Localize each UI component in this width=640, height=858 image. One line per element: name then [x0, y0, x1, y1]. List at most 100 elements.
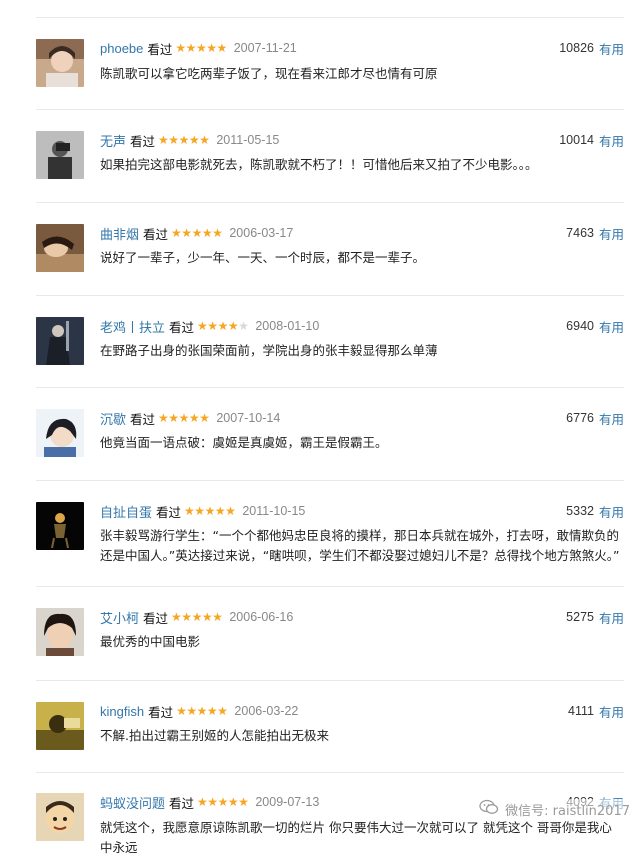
- review-text: 他竟当面一语点破：虞姬是真虞姬，霸王是假霸王。: [100, 435, 388, 450]
- username-link[interactable]: 曲非烟: [100, 224, 139, 243]
- star-icon: ★: [181, 610, 192, 624]
- avatar[interactable]: [36, 793, 84, 841]
- useful-button[interactable]: 有用: [599, 39, 624, 58]
- star-icon: ★: [175, 41, 186, 55]
- avatar[interactable]: [36, 317, 84, 365]
- useful-count: 10826: [559, 41, 594, 55]
- useful-button[interactable]: 有用: [599, 224, 624, 243]
- rating-stars: ★ ★ ★ ★ ★: [184, 504, 236, 518]
- useful-button[interactable]: 有用: [599, 131, 624, 150]
- vote-area: 10826 有用: [559, 39, 624, 57]
- avatar[interactable]: [36, 409, 84, 457]
- rating-stars: ★ ★ ★ ★ ★: [197, 795, 249, 809]
- vote-area: 6776 有用: [566, 409, 624, 427]
- review-item: 老鸡丨扶立 看过 ★ ★ ★ ★ ★ 2008-01-10 6940 有用 在野路子出身…: [36, 295, 624, 388]
- username-link[interactable]: 无声: [100, 131, 126, 150]
- star-icon: ★: [207, 319, 218, 333]
- useful-button[interactable]: 有用: [599, 502, 624, 521]
- star-icon: ★: [197, 795, 208, 809]
- review-date: 2011-05-15: [216, 133, 280, 147]
- review-date: 2008-01-10: [255, 319, 320, 333]
- watched-label: 看过: [143, 610, 169, 626]
- useful-count: 5275: [566, 610, 594, 624]
- review-meta: phoebe 看过 ★ ★ ★ ★ ★ 2007-11-21: [100, 39, 297, 57]
- review-text: 在野路子出身的张国荣面前，学院出身的张丰毅显得那么单薄: [100, 343, 438, 358]
- watched-label: 看过: [130, 133, 156, 149]
- rating-stars: ★ ★ ★ ★ ★: [158, 134, 210, 146]
- star-icon: ★: [227, 795, 239, 809]
- vote-area: 4111 有用: [568, 702, 624, 720]
- useful-button[interactable]: 有用: [599, 702, 624, 721]
- star-icon: ★: [204, 504, 216, 518]
- username-link[interactable]: 蚂蚁没问题: [100, 793, 165, 812]
- star-icon: ★: [191, 610, 203, 624]
- star-icon: ★: [212, 610, 223, 624]
- star-icon: ★: [197, 319, 208, 333]
- review-item: 曲非烟 看过 ★ ★ ★ ★ ★ 2006-03-17 7463 有用 说好了一辈子，少…: [36, 202, 624, 296]
- useful-count: 4111: [568, 704, 594, 718]
- avatar[interactable]: [36, 702, 84, 750]
- star-icon: ★: [216, 41, 227, 55]
- star-icon: ★: [181, 226, 192, 240]
- watermark-text: 微信号: raistlin2017: [505, 803, 630, 819]
- review-meta: 艾小柯 看过 ★ ★ ★ ★ ★ 2006-06-16: [100, 608, 293, 626]
- vote-area: 6940 有用: [566, 317, 624, 335]
- review-text: 张丰毅骂游行学生：“一个个都他妈忠臣良将的摸样，那日本兵就在城外，打去呀，敢情欺…: [100, 528, 620, 563]
- star-icon: ★: [238, 319, 249, 333]
- star-icon: ★: [194, 504, 205, 518]
- review-meta: 老鸡丨扶立 看过 ★ ★ ★ ★ ★ 2008-01-10: [100, 317, 319, 335]
- review-date: 2006-06-16: [229, 610, 294, 624]
- avatar[interactable]: [36, 608, 84, 656]
- star-icon: ★: [191, 226, 203, 240]
- avatar[interactable]: [36, 39, 84, 87]
- vote-area: 5332 有用: [566, 502, 624, 520]
- star-icon: ★: [199, 411, 210, 425]
- review-item: phoebe 看过 ★ ★ ★ ★ ★ 2007-11-21 10826 有用 陈凯歌可…: [36, 17, 624, 110]
- star-icon: ★: [227, 319, 239, 333]
- username-link[interactable]: 自扯自蛋: [100, 502, 152, 521]
- useful-count: 10014: [559, 133, 594, 147]
- review-item: 自扯自蛋 看过 ★ ★ ★ ★ ★ 2011-10-15 5332 有用 张丰毅骂游行学…: [36, 480, 624, 587]
- review-meta: 沉歇 看过 ★ ★ ★ ★ ★ 2007-10-14: [100, 409, 280, 427]
- rating-stars: ★ ★ ★ ★ ★: [175, 41, 227, 55]
- star-icon: ★: [176, 704, 187, 718]
- useful-button[interactable]: 有用: [599, 409, 624, 428]
- useful-count: 7463: [566, 226, 594, 240]
- star-icon: ★: [201, 226, 213, 240]
- username-link[interactable]: 艾小柯: [100, 608, 139, 627]
- star-icon: ★: [171, 610, 182, 624]
- star-icon: ★: [201, 610, 213, 624]
- star-icon: ★: [195, 41, 207, 55]
- watched-label: 看过: [156, 504, 182, 520]
- star-icon: ★: [217, 704, 228, 718]
- review-text: 如果拍完这部电影就死去，陈凯歌就不朽了！！可惜他后来又拍了不少电影。。。: [100, 157, 538, 172]
- username-link[interactable]: kingfish: [100, 704, 144, 719]
- review-item: 沉歇 看过 ★ ★ ★ ★ ★ 2007-10-14 6776 有用 他竟当面一语点破：…: [36, 387, 624, 481]
- avatar[interactable]: [36, 224, 84, 272]
- star-icon: ★: [217, 795, 229, 809]
- username-link[interactable]: 老鸡丨扶立: [100, 317, 165, 336]
- watched-label: 看过: [169, 319, 195, 335]
- avatar[interactable]: [36, 502, 84, 550]
- review-text: 最优秀的中国电影: [100, 634, 201, 649]
- rating-stars: ★ ★ ★ ★ ★: [171, 226, 223, 240]
- vote-area: 10014 有用: [559, 131, 624, 149]
- review-meta: 蚂蚁没问题 看过 ★ ★ ★ ★ ★ 2009-07-13: [100, 793, 319, 811]
- review-meta: 曲非烟 看过 ★ ★ ★ ★ ★ 2006-03-17: [100, 224, 293, 242]
- review-item: kingfish 看过 ★ ★ ★ ★ ★ 2006-03-22 4111 有用 不解.…: [36, 680, 624, 773]
- star-icon: ★: [225, 504, 236, 518]
- review-text: 不解.拍出过霸王别姬的人怎能拍出无极来: [100, 728, 329, 743]
- watched-label: 看过: [148, 704, 174, 720]
- avatar[interactable]: [36, 131, 84, 179]
- review-date: 2009-07-13: [255, 795, 320, 809]
- star-icon: ★: [158, 411, 169, 425]
- star-icon: ★: [206, 704, 218, 718]
- username-link[interactable]: 沉歇: [100, 409, 126, 428]
- useful-button[interactable]: 有用: [599, 317, 624, 336]
- useful-button[interactable]: 有用: [599, 608, 624, 627]
- review-date: 2006-03-17: [229, 226, 294, 240]
- username-link[interactable]: phoebe: [100, 41, 143, 56]
- star-icon: ★: [212, 226, 223, 240]
- watched-label: 看过: [169, 795, 195, 811]
- watched-label: 看过: [143, 226, 169, 242]
